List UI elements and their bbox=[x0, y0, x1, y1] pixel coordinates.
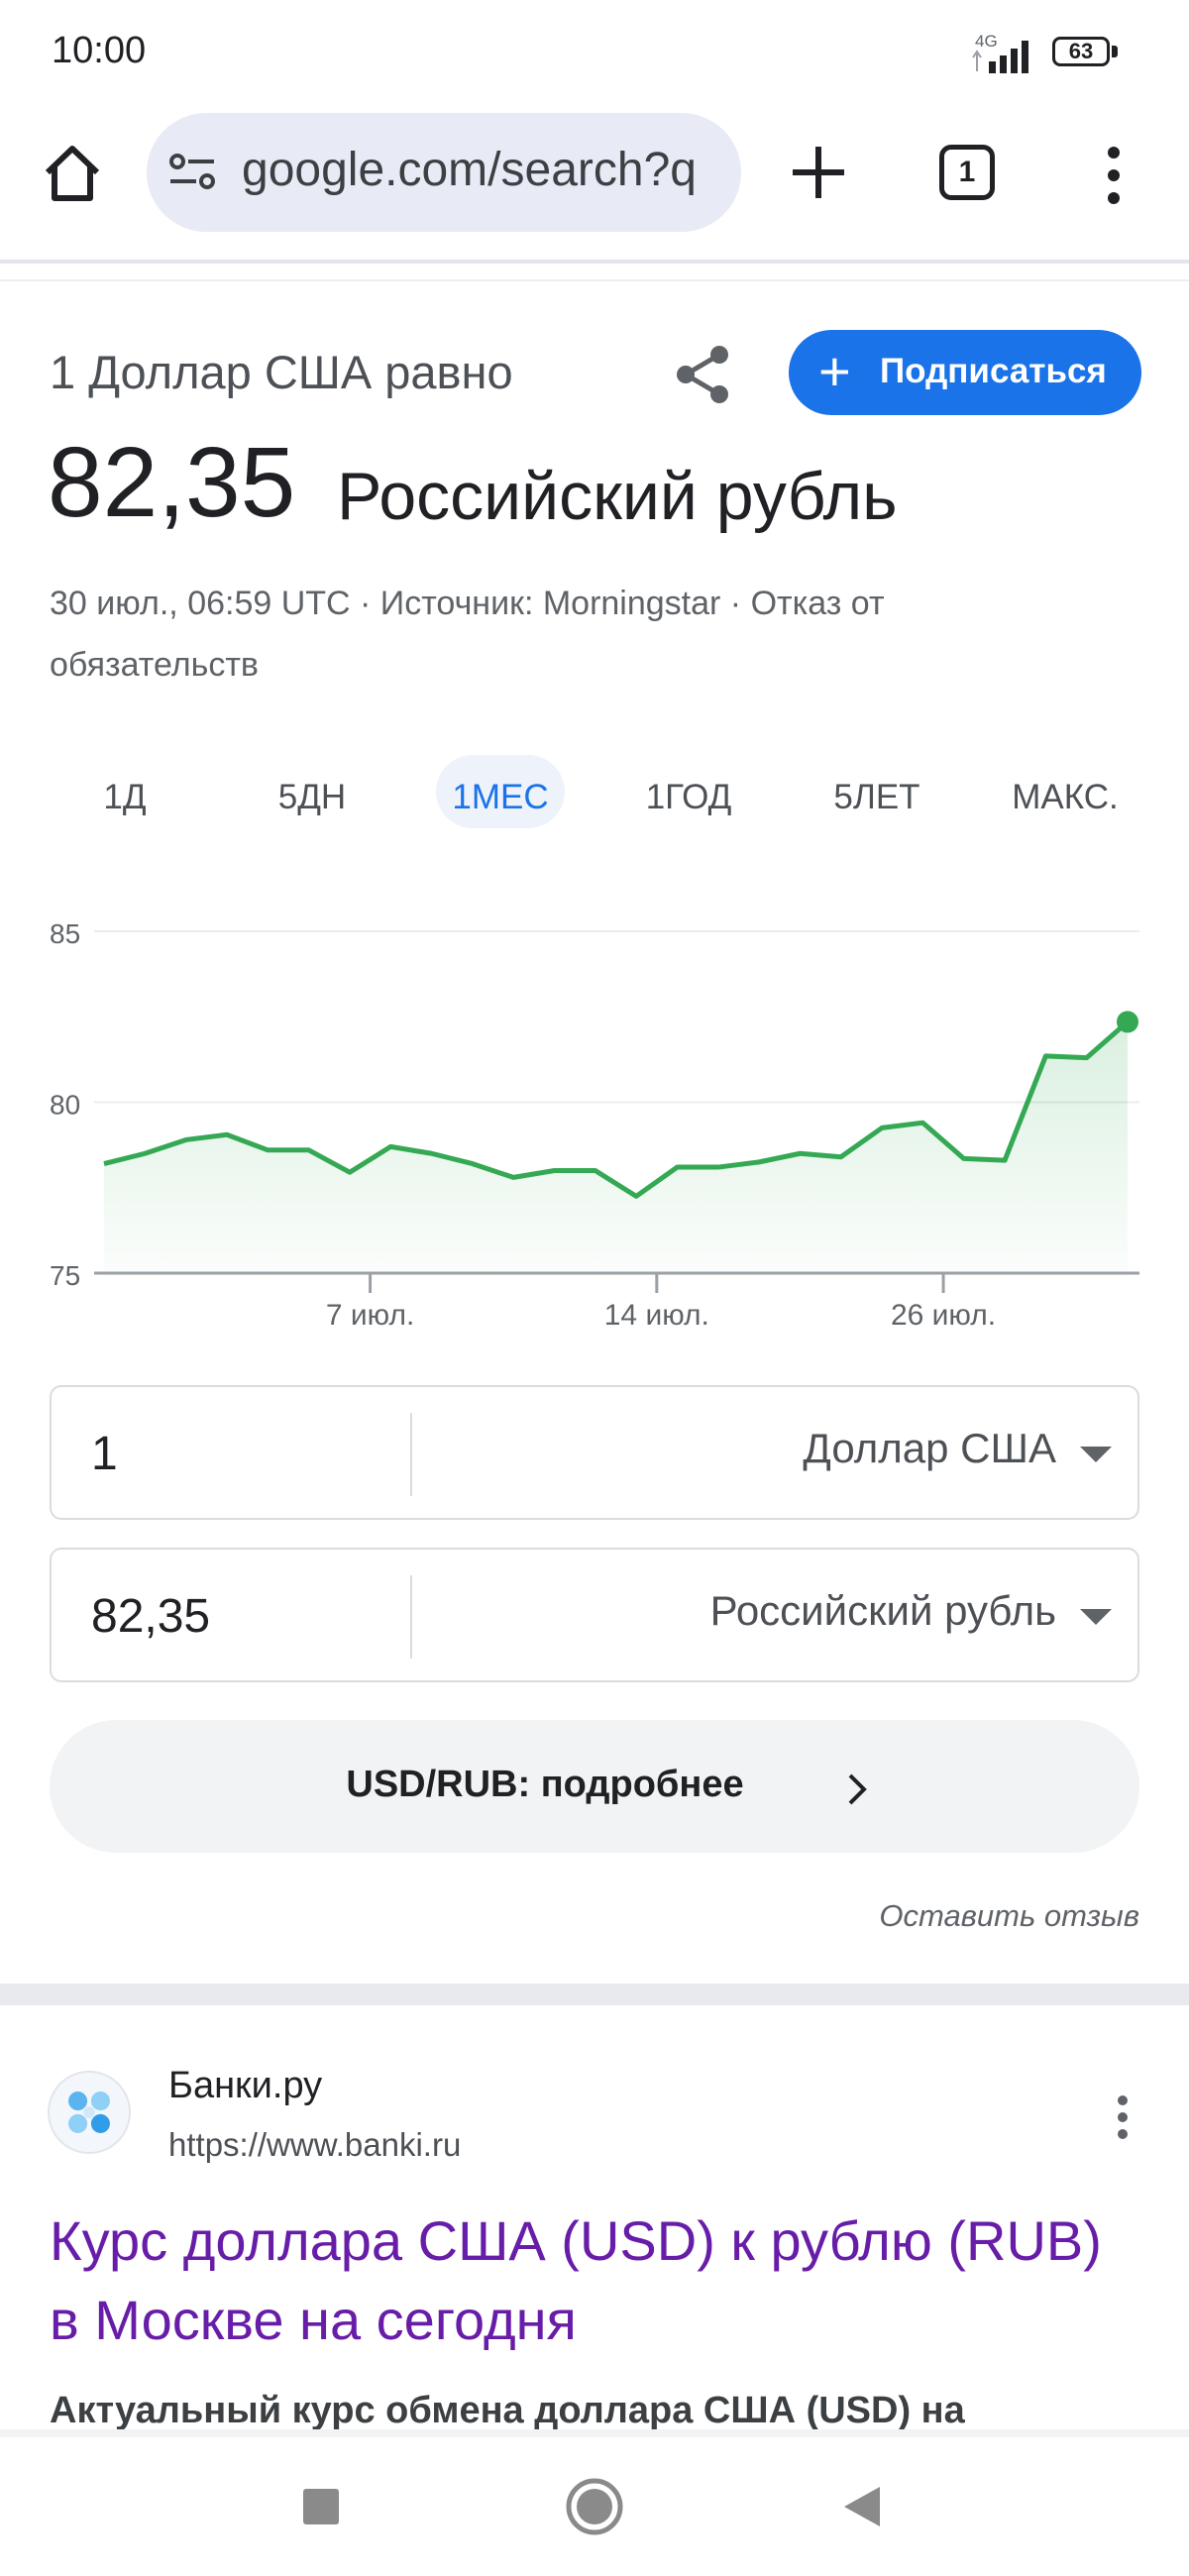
site-favicon[interactable] bbox=[48, 2071, 131, 2154]
snippet-divider bbox=[0, 2429, 1189, 2437]
x-tick-label: 7 июл. bbox=[326, 1299, 414, 1332]
feedback-link[interactable]: Оставить отзыв bbox=[793, 1898, 1139, 1934]
system-nav-bar bbox=[0, 2437, 1189, 2576]
converter-divider bbox=[410, 1575, 412, 1659]
site-settings-icon[interactable] bbox=[166, 151, 218, 194]
back-icon[interactable] bbox=[840, 2483, 884, 2530]
content-divider bbox=[0, 279, 1189, 281]
tabs-icon[interactable]: 1 bbox=[939, 145, 995, 200]
equals-label: 1 Доллар США равно bbox=[50, 346, 513, 398]
exchange-rate-chart[interactable]: 75 80 85 7 июл. 14 июл. 26 июл. bbox=[0, 892, 1189, 1347]
period-tab-5d[interactable]: 5ДН bbox=[253, 763, 372, 832]
y-tick-label: 75 bbox=[50, 1260, 80, 1291]
home-icon[interactable] bbox=[38, 139, 107, 208]
recents-icon[interactable] bbox=[303, 2489, 339, 2524]
result-site-url[interactable]: https://www.banki.ru bbox=[168, 2126, 461, 2164]
period-tab-1d[interactable]: 1Д bbox=[65, 763, 184, 832]
pair-details-label: USD/RUB: подробнее bbox=[346, 1764, 744, 1805]
share-icon[interactable] bbox=[670, 341, 737, 408]
to-amount-input[interactable]: 82,35 bbox=[91, 1589, 210, 1644]
chevron-down-icon[interactable] bbox=[1080, 1447, 1112, 1462]
browser-toolbar: google.com/search?q 1 bbox=[0, 109, 1189, 258]
plus-icon[interactable] bbox=[783, 137, 854, 208]
converter-divider bbox=[410, 1413, 412, 1496]
period-tab-1m[interactable]: 1МЕС bbox=[441, 763, 560, 832]
status-time: 10:00 bbox=[52, 30, 147, 71]
result-title-link[interactable]: Курс доллара США (USD) к рублю (RUB) в М… bbox=[50, 2201, 1120, 2360]
to-currency-select[interactable]: Российский рубль bbox=[710, 1587, 1056, 1635]
home-icon[interactable] bbox=[565, 2477, 624, 2536]
chevron-down-icon[interactable] bbox=[1080, 1609, 1112, 1625]
section-separator bbox=[0, 1984, 1189, 2005]
plus-icon: + bbox=[818, 340, 851, 402]
chart-canvas: 75 80 85 7 июл. 14 июл. 26 июл. bbox=[50, 918, 1139, 1332]
current-point bbox=[1117, 1011, 1138, 1033]
y-tick-label: 85 bbox=[50, 918, 80, 949]
subscribe-label: Подписаться bbox=[880, 352, 1107, 390]
result-snippet: Актуальный курс обмена доллара США (USD)… bbox=[50, 2390, 965, 2431]
battery-level: 63 bbox=[1068, 39, 1094, 63]
period-tab-1y[interactable]: 1ГОД bbox=[624, 763, 753, 832]
x-tick-label: 14 июл. bbox=[604, 1299, 709, 1332]
from-amount-input[interactable]: 1 bbox=[91, 1427, 118, 1481]
x-tick-label: 26 июл. bbox=[891, 1299, 996, 1332]
chevron-right-icon bbox=[848, 1773, 867, 1805]
rate-currency: Российский рубль bbox=[337, 459, 898, 534]
result-site-name[interactable]: Банки.ру bbox=[168, 2065, 322, 2107]
y-tick-label: 80 bbox=[50, 1090, 80, 1121]
converter-to-row: 82,35 Российский рубль bbox=[50, 1548, 1139, 1682]
more-vert-icon[interactable] bbox=[1108, 2093, 1137, 2142]
status-bar: 10:00 4G 63 bbox=[0, 0, 1189, 109]
battery-icon: 63 bbox=[1052, 37, 1122, 70]
url-bar[interactable]: google.com/search?q bbox=[147, 113, 741, 232]
from-currency-select[interactable]: Доллар США bbox=[803, 1425, 1056, 1472]
signal-icon bbox=[972, 41, 1028, 73]
toolbar-divider bbox=[0, 260, 1189, 264]
url-text[interactable]: google.com/search?q bbox=[242, 143, 727, 197]
more-vert-icon[interactable] bbox=[1094, 143, 1134, 208]
period-tab-5y[interactable]: 5ЛЕТ bbox=[812, 763, 941, 832]
converter-from-row: 1 Доллар США bbox=[50, 1385, 1139, 1520]
pair-details-button[interactable]: USD/RUB: подробнее bbox=[50, 1720, 1139, 1853]
rate-meta: 30 июл., 06:59 UTC · Источник: Morningst… bbox=[50, 585, 885, 684]
battery-tip bbox=[1112, 46, 1118, 57]
subscribe-button[interactable]: + Подписаться bbox=[789, 330, 1141, 415]
rate-value: 82,35 bbox=[48, 427, 296, 538]
period-tab-max[interactable]: МАКС. bbox=[991, 763, 1139, 832]
